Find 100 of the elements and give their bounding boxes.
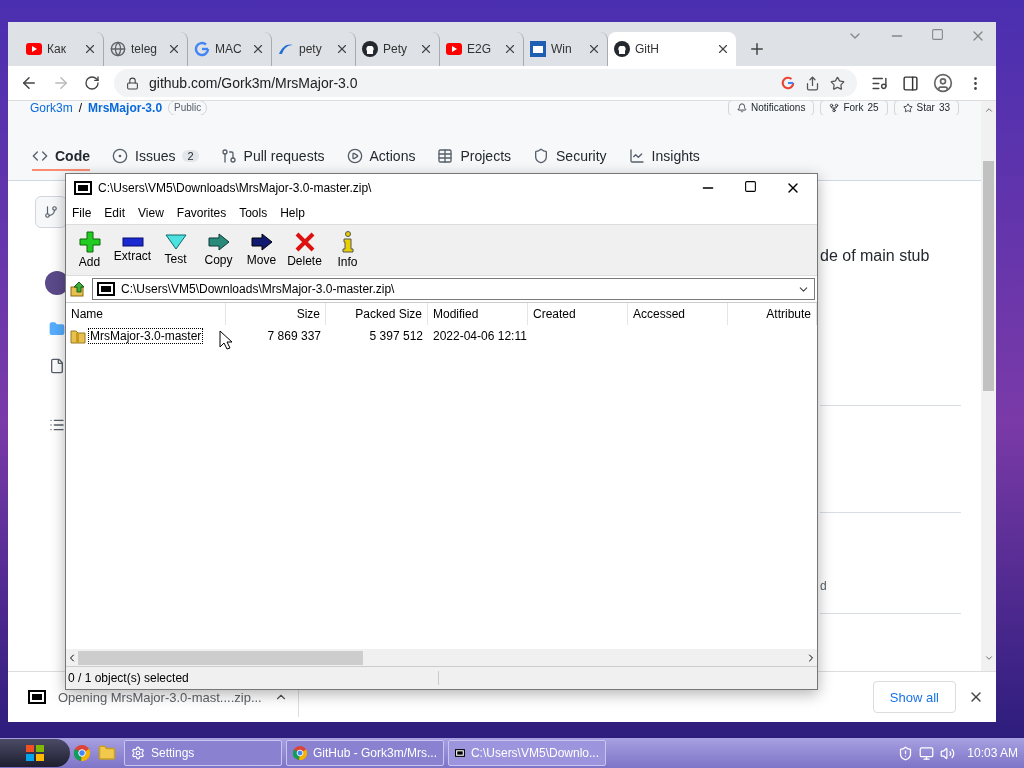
archive-logo-icon [74,181,92,195]
column-header[interactable]: Size [226,303,326,325]
toolbar-button[interactable]: Copy [197,227,240,273]
mouse-cursor-icon [219,330,233,350]
scroll-down-icon[interactable] [983,653,994,663]
scrollbar[interactable] [981,101,996,671]
play-icon [346,148,363,164]
repo-tab[interactable]: Projects [437,143,512,171]
issue-count: 2 [182,150,199,162]
star-count: 33 [938,101,950,115]
swoosh-icon [278,43,294,55]
close-icon[interactable] [716,42,730,56]
menu-item[interactable]: Edit [104,206,126,220]
close-icon[interactable] [335,42,349,56]
column-header[interactable]: Accessed [628,303,728,325]
repo-tab[interactable]: Security [533,143,607,171]
toolbar-button[interactable]: Delete [283,227,326,273]
column-header[interactable]: Attribute [728,303,817,325]
site-logo-icon [530,41,546,57]
new-tab-icon[interactable] [748,40,766,58]
close-icon[interactable] [251,42,265,56]
tab-title: pety [299,42,323,56]
tab-title: E2G [467,42,492,56]
status-text: 0 / 1 object(s) selected [66,671,439,685]
url-text: github.com/Gork3m/MrsMajor-3.0 [149,75,359,91]
close-icon[interactable] [83,42,97,56]
menu-item[interactable]: Tools [239,206,268,220]
start-button[interactable] [0,739,70,767]
folder-up-icon[interactable] [70,281,86,297]
toolbar-button[interactable]: Info [326,227,369,273]
column-header[interactable]: Name [66,303,226,325]
browser-tab[interactable]: GitH [608,32,736,66]
toolbar-button[interactable]: Extract [111,227,154,273]
tab-title: Win [551,42,573,56]
path-separator: / [78,101,83,115]
reload-icon[interactable] [84,75,100,91]
toolbar-button[interactable]: Test [154,227,197,273]
menu-item[interactable]: View [138,206,164,220]
path-field[interactable]: C:\Users\VM5\Downloads\MrsMajor-3.0-master.zip\ [92,278,815,300]
fork-icon [829,103,840,113]
profile-icon[interactable] [933,73,953,93]
table-cell-text: 7 869 337 [266,328,322,345]
repo-tab[interactable]: Actions [346,143,416,171]
repo-tab[interactable]: Code [32,143,90,171]
menu-item[interactable]: File [72,206,92,220]
close-icon[interactable] [419,42,433,56]
address-bar[interactable]: github.com/Gork3m/MrsMajor-3.0 [114,69,857,97]
repo-tab[interactable]: Pull requests [220,143,325,171]
archive-logo-icon [97,282,115,296]
globe-icon [110,41,126,57]
menu-item[interactable]: Help [280,206,305,220]
folder-icon [49,321,65,337]
back-icon[interactable] [20,74,38,92]
close-icon[interactable] [503,42,517,56]
tab-title: GitH [635,42,660,56]
repo-description: de of main stub [820,247,931,265]
column-header[interactable]: Packed Size [326,303,428,325]
windows-logo-icon [25,744,45,762]
network-icon[interactable] [919,745,935,761]
branch-button[interactable] [35,196,67,228]
side-panel-icon[interactable] [902,74,919,92]
close-icon[interactable] [167,42,181,56]
tab-title: Как [47,42,67,56]
letter-g-icon[interactable] [781,76,795,90]
toolbar-button[interactable]: Add [68,227,111,273]
security-icon[interactable] [898,745,914,761]
file-name: MrsMajor-3.0-master [89,329,203,343]
repo-owner-link[interactable]: Gork3m [30,101,73,115]
letter-g-icon [194,41,210,57]
window-title: C:\Users\VM5\Downloads\MrsMajor-3.0-master.zip\ [98,181,372,195]
archive-logo-icon [455,746,465,760]
video-play-icon [446,43,462,55]
archive-logo-icon [28,690,46,704]
scroll-thumb[interactable] [78,650,363,665]
repo-name-link[interactable]: MrsMajor-3.0 [88,101,163,115]
repo-tab[interactable]: Issues 2 [112,143,199,171]
volume-icon[interactable] [940,745,956,761]
gear-icon [131,746,145,760]
column-header[interactable]: Created [528,303,628,325]
column-header[interactable]: Modified [428,303,528,325]
menu-item[interactable]: Favorites [176,206,227,220]
file-icon [49,358,65,374]
arrow-right-icon [207,233,230,251]
scroll-thumb[interactable] [983,161,994,391]
star-icon[interactable] [830,75,845,91]
share-icon[interactable] [805,75,820,91]
horizontal-scrollbar[interactable] [66,649,817,666]
show-all-button[interactable]: Show all [872,681,956,713]
browser-logo-icon [74,745,90,761]
pull-request-icon [220,148,237,164]
info-icon [340,231,355,253]
toolbar-button[interactable]: Move [240,227,283,273]
plus-icon [78,231,101,253]
maximize-icon[interactable] [744,180,757,193]
arrow-right-icon [250,233,273,251]
scroll-up-icon[interactable] [983,105,994,115]
download-status: Opening MrsMajor-3.0-mast....zip... [58,689,262,705]
bell-icon [736,103,747,113]
repo-tab[interactable]: Insights [628,143,700,171]
close-icon[interactable] [587,42,601,56]
